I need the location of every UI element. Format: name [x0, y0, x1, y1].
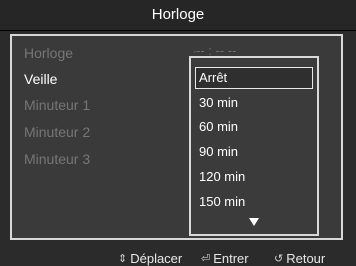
dropdown-option[interactable]: 120 min [199, 169, 245, 184]
menu-item-veille[interactable]: Veille [24, 71, 57, 87]
hint-move: ⇕ Déplacer [118, 251, 182, 266]
triangle-down-icon[interactable] [249, 218, 259, 226]
menu-item-minuteur-1[interactable]: Minuteur 1 [24, 97, 90, 113]
title-bar: Horloge [0, 0, 356, 31]
dropdown-option[interactable]: 60 min [199, 119, 238, 134]
hint-enter-label: Entrer [213, 251, 249, 266]
hint-move-label: Déplacer [130, 251, 183, 266]
hint-return-label: Retour [286, 251, 326, 266]
dropdown-option[interactable]: 150 min [199, 194, 245, 209]
hint-enter: ⏎ Entrer [201, 251, 249, 266]
enter-icon: ⏎ [201, 253, 211, 265]
dropdown-option-selected[interactable]: Arrêt [195, 67, 313, 89]
return-icon: ↺ [274, 253, 284, 265]
dropdown-option[interactable]: 90 min [199, 144, 238, 159]
up-down-arrow-icon: ⇕ [118, 253, 128, 265]
page-title: Horloge [151, 6, 205, 23]
menu-item-minuteur-2[interactable]: Minuteur 2 [24, 124, 90, 140]
footer-hints: ⇕ Déplacer ⏎ Entrer ↺ Retour [0, 246, 356, 266]
hint-return: ↺ Retour [274, 251, 325, 266]
menu-item-horloge[interactable]: Horloge [24, 45, 73, 61]
veille-dropdown[interactable]: Arrêt 30 min 60 min 90 min 120 min 150 m… [189, 56, 319, 236]
dropdown-option[interactable]: 30 min [199, 95, 238, 110]
menu-item-minuteur-3[interactable]: Minuteur 3 [24, 151, 90, 167]
